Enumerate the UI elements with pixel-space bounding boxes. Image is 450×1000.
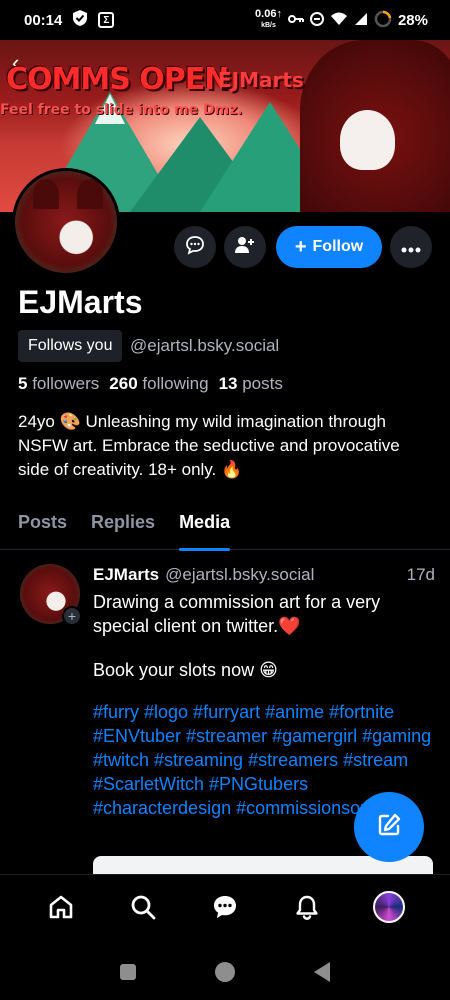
post-text-line: Drawing a commission art for a very spec…: [93, 592, 381, 636]
home-icon[interactable]: [41, 887, 81, 927]
more-options-button[interactable]: [390, 226, 432, 268]
chat-icon[interactable]: [205, 887, 245, 927]
back-icon[interactable]: [314, 962, 331, 982]
search-icon[interactable]: [123, 887, 163, 927]
tab-posts[interactable]: Posts: [18, 508, 67, 550]
status-bar: 00:14 Σ 0.06↑ kB/s 28%: [0, 0, 450, 40]
bottom-navigation: [0, 874, 450, 938]
post-author-avatar[interactable]: +: [20, 564, 82, 626]
compose-button[interactable]: [354, 792, 424, 862]
display-name: EJMarts: [18, 284, 143, 320]
post-timestamp: 17d: [406, 565, 435, 584]
net-speed: 0.06↑ kB/s: [255, 8, 282, 30]
compose-pencil-icon: [374, 810, 404, 845]
follows-you-badge: Follows you: [18, 330, 123, 362]
follow-button[interactable]: + Follow: [276, 226, 382, 268]
shield-icon: [72, 9, 88, 31]
message-button[interactable]: [174, 226, 216, 268]
plus-icon: +: [294, 235, 307, 258]
follow-plus-icon[interactable]: +: [62, 606, 82, 626]
banner-headline: COMMS OPEN: [6, 62, 229, 97]
signal-icon: [354, 12, 368, 29]
more-dots-icon: [401, 237, 421, 258]
recents-icon[interactable]: [119, 964, 136, 980]
banner-brand: EJMarts: [218, 68, 304, 92]
profile-avatar[interactable]: [369, 887, 409, 927]
bell-icon[interactable]: [287, 887, 327, 927]
profile-handle: @ejartsl.bsky.social: [130, 336, 280, 355]
wifi-icon: [330, 12, 348, 29]
chat-bubble-icon: [185, 235, 205, 260]
following-stat[interactable]: 260 following: [109, 374, 208, 394]
tab-media[interactable]: Media: [179, 508, 231, 551]
profile-tabs: Posts Replies Media: [0, 508, 450, 551]
battery-percent: 28%: [397, 11, 428, 29]
tab-replies[interactable]: Replies: [91, 508, 155, 550]
status-time: 00:14: [24, 11, 63, 29]
follow-label: Follow: [312, 238, 364, 255]
posts-stat: 13 posts: [218, 374, 283, 393]
add-user-icon: [235, 236, 255, 259]
profile-avatar[interactable]: [12, 168, 120, 276]
profile-avatar-image: [373, 890, 405, 923]
sigma-icon: Σ: [98, 12, 115, 28]
post-author[interactable]: EJMarts: [93, 565, 159, 585]
battery-ring-icon: [374, 10, 392, 31]
followers-stat[interactable]: 5 followers: [18, 374, 99, 394]
dnd-icon: [309, 11, 324, 29]
android-navigation-bar: [0, 944, 450, 1000]
vpn-key-icon: [287, 13, 304, 28]
add-user-button[interactable]: [224, 226, 266, 268]
profile-stats: 5 followers 260 following 13 posts: [18, 374, 283, 394]
post-text: Drawing a commission art for a very spec…: [93, 590, 433, 702]
banner-character-art: [300, 40, 450, 212]
post-text-line: Book your slots now 😁: [93, 660, 278, 680]
profile-bio: 24yo 🎨 Unleashing my wild imagination th…: [18, 412, 400, 479]
post-header: EJMarts @ejartsl.bsky.social 17d: [93, 565, 435, 585]
home-circle-icon[interactable]: [214, 962, 235, 982]
post-handle[interactable]: @ejartsl.bsky.social: [165, 565, 314, 585]
banner-tagline: Feel free to slide into me Dmz.: [0, 102, 243, 118]
